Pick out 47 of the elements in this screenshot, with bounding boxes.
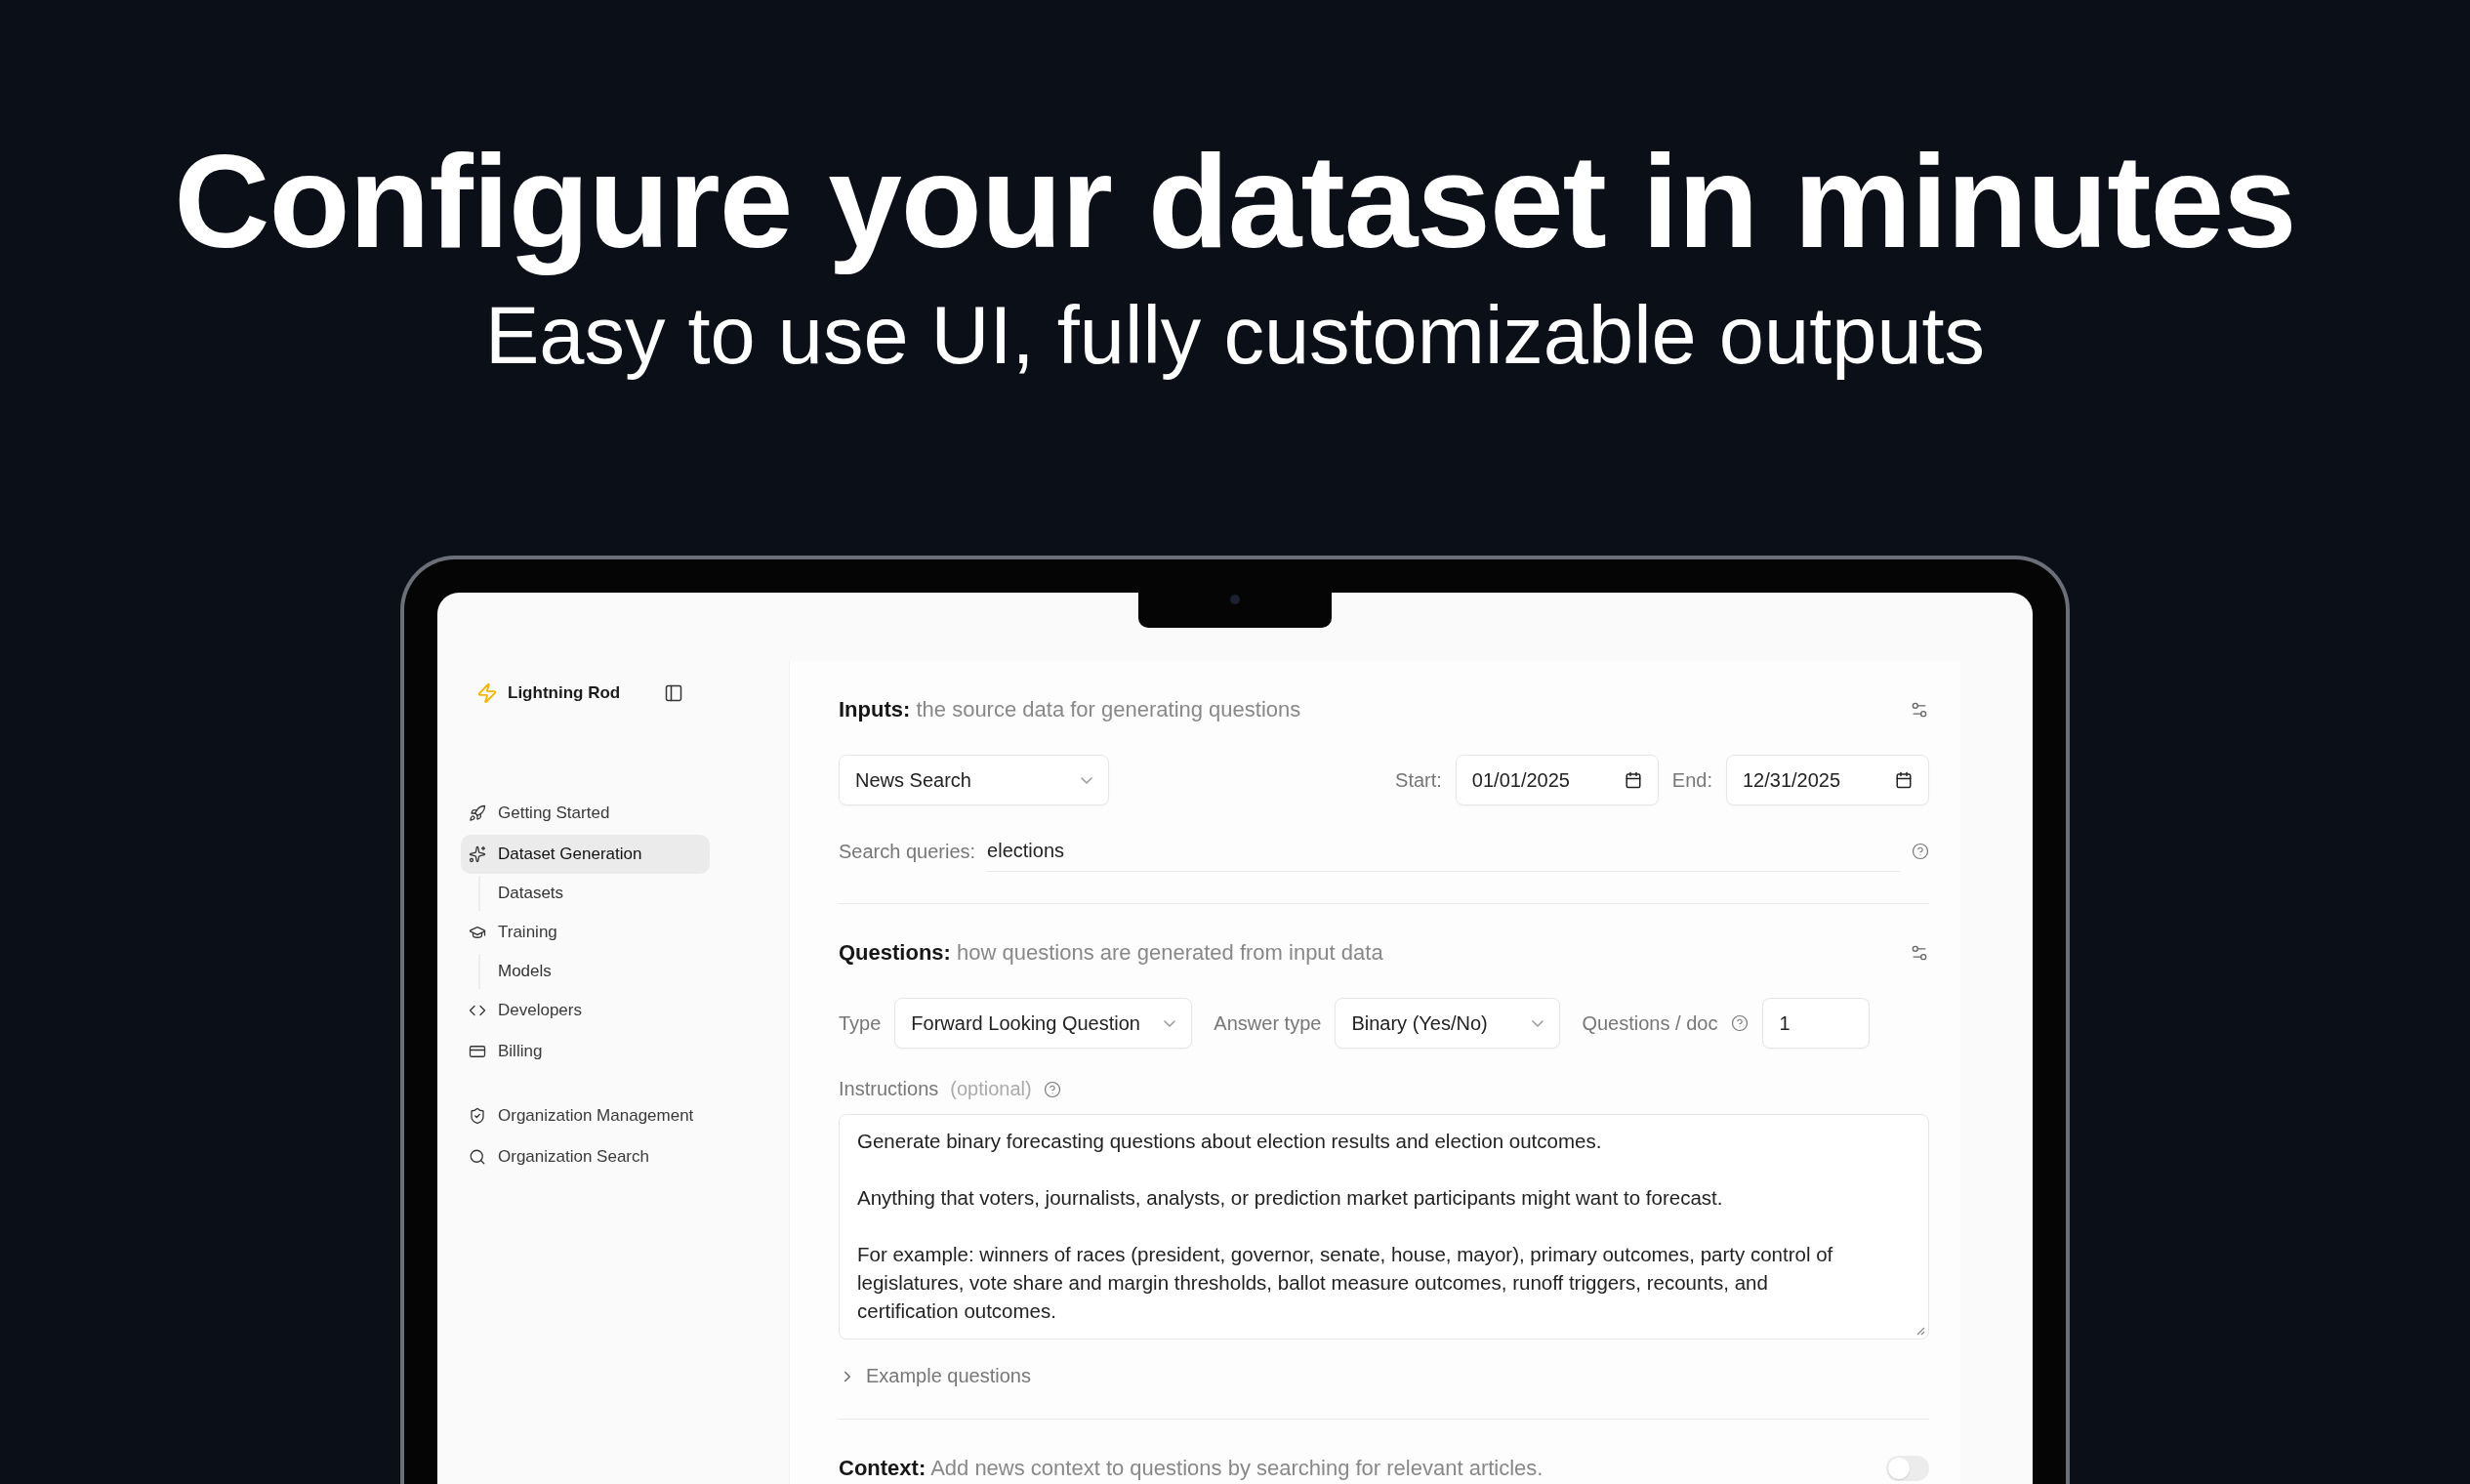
example-questions-toggle[interactable]: Example questions [839,1365,1031,1388]
caret-icon [1532,1019,1544,1027]
sidebar-toggle-icon[interactable] [664,683,683,704]
subheadline: Easy to use UI, fully customizable outputs [484,288,1986,383]
search-queries-label: Search queries: [839,840,976,863]
caret-icon [1164,1019,1176,1027]
sidebar-item-label: Organization Management [498,1106,694,1127]
answer-type-dropdown[interactable]: Binary (Yes/No) [1335,998,1561,1050]
sidebar-item-label: Organization Search [498,1147,649,1168]
section-title: Inputs: the source data for generating questions [839,697,1301,723]
section-title: Questions: how questions are generated from input data [839,940,1383,967]
shield-icon [469,1107,486,1126]
context-toggle[interactable] [1886,1456,1929,1482]
calendar-icon [1895,771,1913,790]
sidebar-item[interactable]: Dataset Generation [461,835,710,875]
search-queries-field[interactable]: elections [987,831,1900,873]
help-icon [1731,1014,1750,1033]
questions-per-doc-field[interactable]: 1 [1762,998,1871,1050]
lightning-icon [476,682,498,705]
type-label: Type [839,1011,882,1035]
rocket-icon [469,804,486,823]
help-icon [1043,1080,1061,1098]
search-icon [469,1148,486,1167]
start-label: Start: [1395,768,1442,792]
questions-per-doc-label: Questions / doc [1582,1011,1718,1035]
sidebar-item-label: Training [498,923,557,943]
sidebar-item-label: Developers [498,1001,582,1021]
instructions-label: Instructions [839,1078,939,1101]
headline: Configure your dataset in minutes [174,129,2296,275]
source-dropdown[interactable]: News Search [839,755,1109,806]
type-dropdown[interactable]: Forward Looking Question [894,998,1193,1050]
brand-name: Lightning Rod [508,683,622,704]
sidebar-item-label: Getting Started [498,804,610,824]
sidebar-item-label: Billing [498,1042,543,1062]
calendar-icon [1624,771,1642,790]
instructions-field[interactable]: Generate binary forecasting questions about election results and election outcomes. Anything that voters, journalists, analysts, or prediction market participants might want to forecast. For example: winners of races (president, governor, senate, house, mayor), primary outcomes, party control of legislatures, vote share and margin thresholds, ballot measure outcomes, runoff triggers, recounts, and certification outcomes. [839,1114,1929,1340]
end-date-field[interactable]: 12/31/2025 [1726,755,1929,806]
resize-grip-icon [1915,1326,1925,1337]
answer-type-label: Answer type [1214,1011,1322,1035]
help-icon [1912,843,1929,861]
end-label: End: [1671,768,1712,792]
optional-hint: (optional) [950,1078,1032,1101]
sidebar-item-label: Dataset Generation [498,845,642,865]
start-date-field[interactable]: 01/01/2025 [1455,755,1659,806]
caret-icon [1081,776,1092,784]
sparkles-icon [469,845,486,864]
section-title: Context: Add news context to questions by searching for relevant articles. [839,1456,1544,1482]
